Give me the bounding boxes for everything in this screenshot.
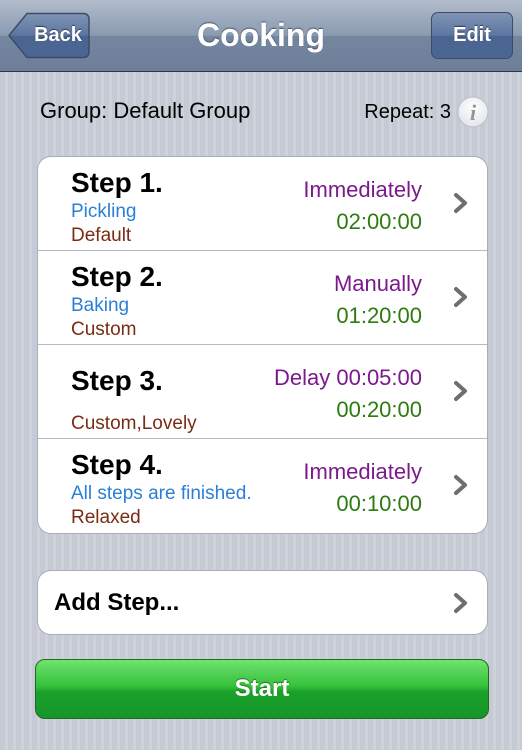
group-label: Group: Default Group [40,98,251,123]
step-row[interactable]: Step 2. Baking Custom Manually 01:20:00 [38,251,487,345]
step-trigger: Delay 00:05:00 [274,365,422,390]
step-duration: 00:10:00 [336,491,422,516]
step-title: Step 4. [71,449,163,480]
step-tag: Default [71,225,132,246]
add-step-label: Add Step... [54,589,180,616]
step-duration: 01:20:00 [336,303,422,328]
step-tag: Custom [71,319,137,340]
steps-list: Step 1. Pickling Default Immediately 02:… [37,156,488,534]
chevron-right-icon [454,381,467,401]
start-button[interactable]: Start [35,659,489,719]
step-tag: Relaxed [71,507,141,528]
svg-text:i: i [470,100,477,125]
step-row[interactable]: Step 3. Custom,Lovely Delay 00:05:00 00:… [38,345,487,439]
step-tag: Custom,Lovely [71,413,197,434]
step-row[interactable]: Step 1. Pickling Default Immediately 02:… [38,157,487,251]
step-title: Step 2. [71,261,163,292]
step-title: Step 3. [71,365,163,396]
add-step-row[interactable]: Add Step... [37,570,488,635]
step-name: Baking [71,295,130,316]
step-row[interactable]: Step 4. All steps are finished. Relaxed … [38,439,487,533]
step-trigger: Immediately [303,177,422,202]
edit-button[interactable]: Edit [431,12,513,59]
chevron-right-icon [454,475,467,495]
step-name: All steps are finished. [71,483,252,504]
navigation-bar: Back Cooking Edit [0,0,522,72]
step-title: Step 1. [71,167,163,198]
step-name: Pickling [71,201,137,222]
repeat-label: Repeat: 3 [364,101,451,123]
chevron-right-icon [454,593,467,613]
step-trigger: Immediately [303,459,422,484]
chevron-right-icon [454,193,467,213]
step-trigger: Manually [333,271,422,296]
chevron-right-icon [454,287,467,307]
step-duration: 00:20:00 [336,397,422,422]
step-duration: 02:00:00 [336,209,422,234]
info-icon[interactable]: i [457,96,489,128]
